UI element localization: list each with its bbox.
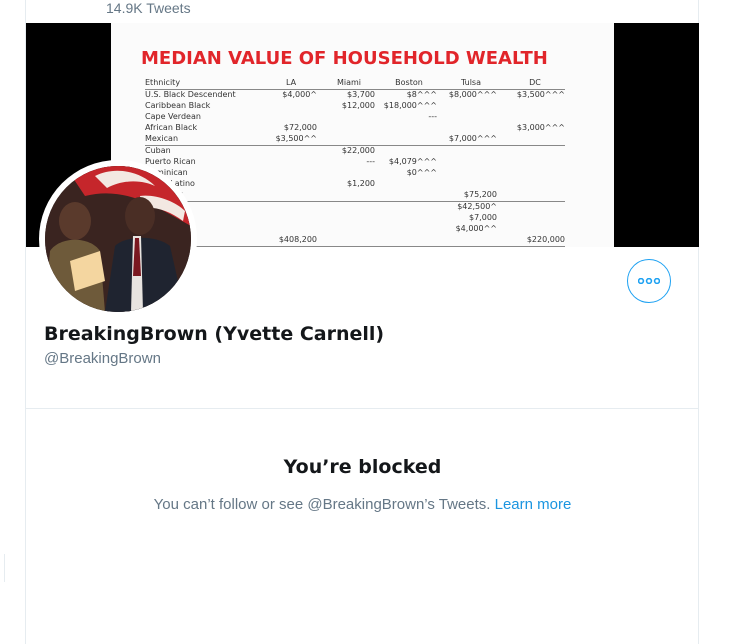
table-header-cell: Tulsa [460,78,482,87]
table-cell: $4,000^^ [455,224,497,233]
table-row: Caribbean Black $12,000 $18,000^^^ [145,101,565,112]
table-cell: $3,000^^^ [516,123,565,132]
table-cell: Cape Verdean [145,112,201,121]
table-cell: $8,000^^^ [448,90,497,99]
wealth-table: Ethnicity LA Miami Boston Tulsa DC U.S. … [145,78,565,247]
table-cell: $7,000^^^ [448,134,497,143]
table-cell: $408,200 [278,235,317,244]
table-cell: $18,000^^^ [383,101,437,110]
table-row: Mexican $3,500^^ $7,000^^^ [145,134,565,146]
table-row: Other Latino$1,200 [145,179,565,190]
table-cell: $3,700 [347,90,375,99]
profile-display-name: BreakingBrown (Yvette Carnell) [44,323,385,345]
page-edge [0,554,5,582]
table-header-cell: Boston [395,78,423,87]
table-cell: $1,200 [347,179,375,188]
profile-column: 14.9K Tweets MEDIAN VALUE OF HOUSEHOLD W… [25,0,699,644]
table-cell: $4,079^^^ [388,157,437,166]
table-row: no Tribal Enr$4,000^^ [145,224,565,235]
table-cell: --- [428,112,437,121]
table-cell: Puerto Rican [145,157,196,166]
table-cell: $42,500^ [457,202,497,211]
more-dots-icon [638,278,660,284]
slide-title: MEDIAN VALUE OF HOUSEHOLD WEALTH [141,48,548,69]
table-cell: African Black [145,123,198,132]
divider [26,408,699,409]
table-row: Puerto Rican --- $4,079^^^ [145,157,565,168]
blocked-message: You can’t follow or see @BreakingBrown’s… [153,496,491,513]
table-row: Cuban $22,000 [145,146,565,157]
table-cell: U.S. Black Descendent [145,90,236,99]
avatar[interactable] [39,160,197,318]
learn-more-link[interactable]: Learn more [495,496,572,513]
table-header-cell: LA [285,78,297,87]
table-row: al Enr$42,500^ [145,202,565,213]
table-cell: Cuban [145,146,171,155]
more-options-button[interactable] [627,259,671,303]
table-row: Cape Verdean --- [145,112,565,123]
table-cell: $4,000^ [282,90,317,99]
avatar-photo [45,166,191,312]
table-row: U.S. Black Descendent $4,000^ $3,700 $8^^^ $… [145,90,565,101]
table-row: $408,200 $220,000 [145,235,565,247]
table-cell: $8^^^ [406,90,437,99]
table-cell: $75,200 [463,190,497,199]
table-cell: $3,500^^^ [516,90,565,99]
table-cell: Mexican [145,134,179,143]
table-row: African Black $72,000 $3,000^^^ [145,123,565,134]
table-row: Dominican $0^^^ [145,168,565,179]
tweets-count: 14.9K Tweets [106,0,191,16]
table-cell: $220,000 [526,235,565,244]
blocked-message-line: You can’t follow or see @BreakingBrown’s… [26,496,699,513]
table-cell: $22,000 [341,146,375,155]
blocked-title: You’re blocked [283,456,442,478]
table-cell: Caribbean Black [145,101,211,110]
table-cell: $3,500^^ [275,134,317,143]
table-cell: $7,000 [469,213,497,222]
table-cell: $72,000 [283,123,317,132]
table-row: Tribal Enr$75,200 [145,190,565,202]
table-cell: $0^^^ [406,168,437,177]
table-header-cell: DC [529,78,541,87]
table-cell: --- [366,157,375,166]
profile-handle: @BreakingBrown [44,350,161,367]
table-cell: $12,000 [341,101,375,110]
table-header-cell: Miami [336,78,362,87]
table-row: l Enr$7,000 [145,213,565,224]
table-header: Ethnicity LA Miami Boston Tulsa DC [145,78,565,90]
table-header-cell: Ethnicity [145,78,181,87]
